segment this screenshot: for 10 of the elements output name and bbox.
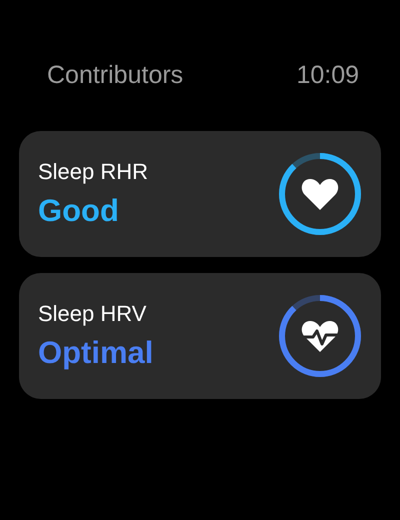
heart-icon (302, 179, 338, 210)
metric-rating: Good (38, 193, 120, 229)
metric-label: Sleep RHR (38, 159, 148, 185)
heart-pulse-icon (301, 321, 339, 352)
screen-title: Contributors (47, 60, 184, 90)
contributor-card[interactable]: Sleep RHR Good (19, 131, 381, 257)
metric-rating: Optimal (38, 335, 154, 371)
contributor-card[interactable]: Sleep HRV Optimal (19, 273, 381, 399)
clock-time: 10:09 (296, 60, 359, 90)
metric-label: Sleep HRV (38, 301, 148, 327)
